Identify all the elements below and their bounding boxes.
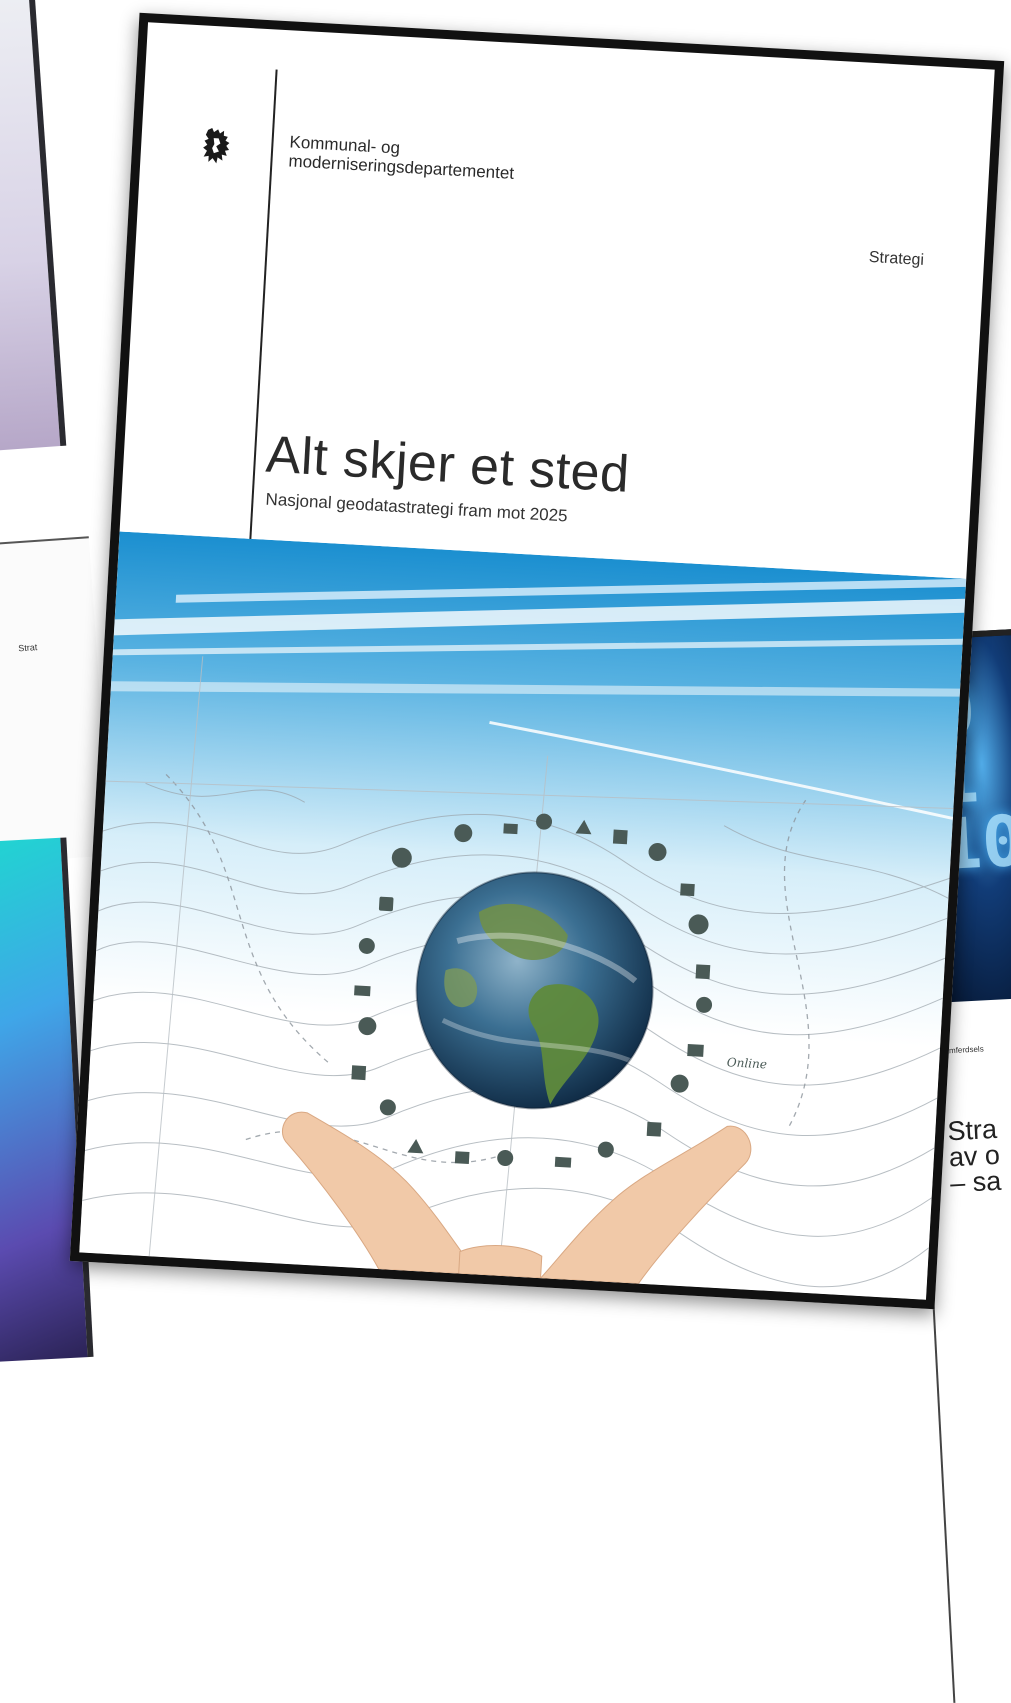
vertical-divider-line <box>248 69 278 559</box>
online-label: Online <box>727 1055 768 1071</box>
department-name: Kommunal- og moderniseringsdepartementet <box>288 132 515 183</box>
background-document-left-top <box>0 0 67 454</box>
background-document-label: Strat <box>17 642 38 654</box>
strategy-document-cover[interactable]: Kommunal- og moderniseringsdepartementet… <box>69 12 1005 1310</box>
background-document-title: Stra av o – sa <box>946 1113 1002 1199</box>
document-type-label: Strategi <box>868 248 925 269</box>
cover-illustration: Online <box>79 531 967 1300</box>
norwegian-lion-coat-of-arms-icon <box>203 128 230 164</box>
